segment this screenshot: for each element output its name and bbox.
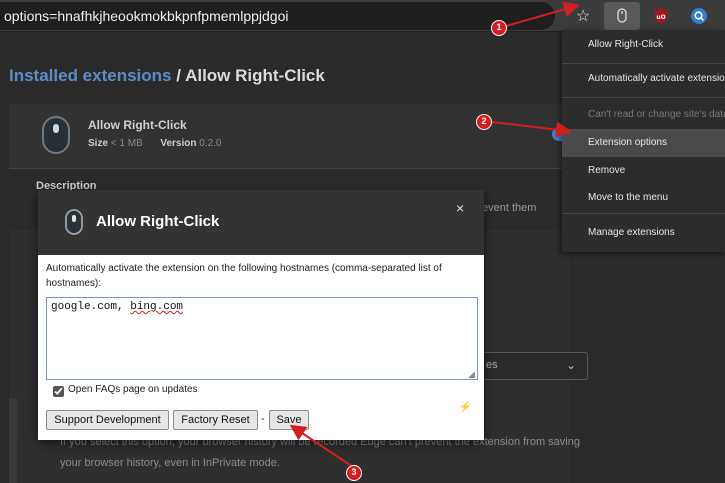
menu-item-remove[interactable]: Remove [562,157,725,185]
menu-item-extension-name[interactable]: Allow Right-Click [562,31,725,59]
support-development-button[interactable]: Support Development [46,410,169,430]
open-faqs-checkbox[interactable] [53,386,64,397]
hostnames-textarea[interactable]: google.com, bing.com [46,297,478,380]
save-button[interactable]: Save [269,410,309,430]
breadcrumb: Installed extensions / Allow Right-Click [9,66,325,86]
size-value: < 1 MB [110,138,143,149]
version-value: 0.2.0 [199,138,222,149]
resize-grip-icon[interactable]: ◢ [468,370,476,379]
menu-item-manage-extensions[interactable]: Manage extensions [562,219,725,247]
extension-name: Allow Right-Click [88,118,187,132]
address-bar[interactable]: options=hnafhkjheookmokbkpnfpmemlppjdgoi [0,2,555,30]
menu-separator [562,213,725,214]
options-dialog: Allow Right-Click × Automatically activa… [38,190,484,440]
settings-sparkle-icon: ⚡ [459,402,472,413]
breadcrumb-installed-extensions-link[interactable]: Installed extensions [9,66,172,85]
menu-item-extension-options[interactable]: Extension options [562,129,725,157]
hostname-text: google.com, [51,301,131,313]
menu-item-site-access: Can't read or change site's data [588,109,725,120]
browser-toolbar: options=hnafhkjheookmokbkpnfpmemlppjdgoi… [0,0,725,32]
dialog-header: Allow Right-Click × [38,190,484,255]
background-checkbox-edge [9,398,17,483]
extension-mouse-icon [65,209,83,235]
extension-enable-toggle[interactable] [552,127,562,141]
background-text-fragment: event them [482,202,537,214]
favorites-star-icon[interactable]: ☆ [571,4,595,28]
hostname-text-misspelled: bing.com [130,301,184,313]
mouse-icon [617,8,627,23]
annotation-badge-2: 2 [476,114,492,130]
address-bar-text: options=hnafhkjheookmokbkpnfpmemlppjdgoi [4,8,289,24]
divider [9,168,569,169]
allow-right-click-toolbar-button[interactable] [604,2,640,30]
background-dropdown-value: es [486,359,498,371]
open-faqs-label: Open FAQs page on updates [68,384,198,395]
menu-item-move-to-menu[interactable]: Move to the menu [562,184,725,212]
menu-separator [562,63,725,64]
hostnames-instructions: Automatically activate the extension on … [46,263,442,289]
chevron-down-icon: ⌄ [566,358,577,372]
close-icon[interactable]: × [456,200,464,216]
annotation-badge-1: 1 [491,20,507,36]
menu-item-auto-activate[interactable]: Automatically activate extension [562,65,725,93]
version-label: Version [160,138,197,149]
svg-text:uO: uO [656,14,665,21]
breadcrumb-current: Allow Right-Click [185,66,325,85]
extension-mouse-icon [42,116,70,154]
search-extension-icon[interactable] [687,4,711,28]
breadcrumb-separator: / [176,66,181,85]
button-separator-dash: - [261,413,265,425]
ublock-icon[interactable]: uO [649,4,673,28]
factory-reset-button[interactable]: Factory Reset [173,410,258,430]
extension-meta: Size < 1 MB Version 0.2.0 [88,138,222,149]
extension-context-menu: Allow Right-Click Automatically activate… [562,30,725,252]
dialog-title: Allow Right-Click [96,213,220,230]
menu-separator [562,97,725,98]
size-label: Size [88,138,109,149]
annotation-badge-3: 3 [346,465,362,481]
